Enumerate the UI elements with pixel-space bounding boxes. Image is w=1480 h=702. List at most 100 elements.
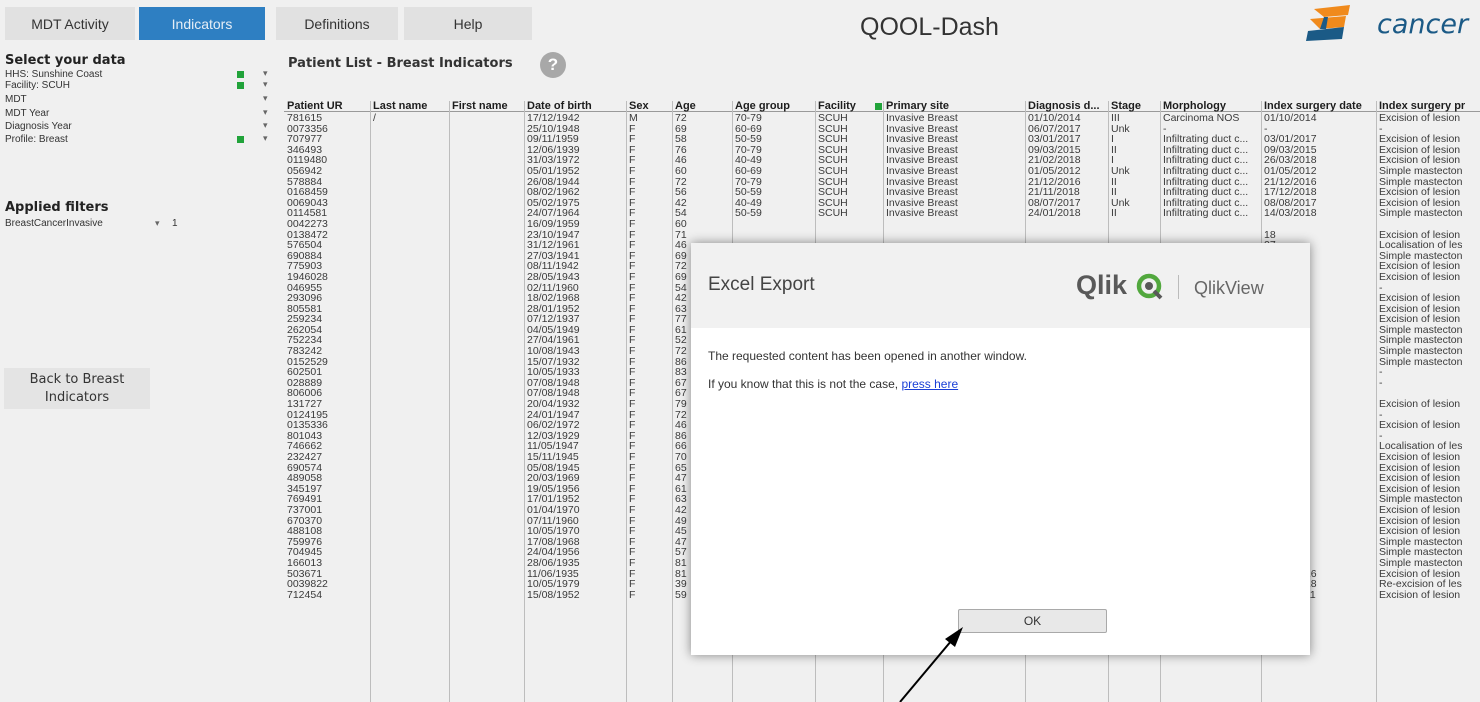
table-cell: 17/12/2018 — [1264, 187, 1317, 198]
table-cell: F — [629, 399, 636, 410]
tab-definitions[interactable]: Definitions — [276, 7, 398, 40]
column-header[interactable]: Primary site — [886, 101, 949, 112]
table-cell: F — [629, 367, 636, 378]
table-cell: F — [629, 420, 636, 431]
selection-mdt[interactable]: MDT ▾ — [5, 93, 275, 105]
column-header[interactable]: Index surgery date — [1264, 101, 1362, 112]
table-cell: SCUH — [818, 123, 848, 135]
chevron-down-icon[interactable]: ▾ — [263, 120, 268, 131]
chevron-down-icon[interactable]: ▾ — [263, 107, 268, 118]
table-row[interactable]: 346493 12/06/1939 F 76 70-79 SCUH Invasive Bre… — [284, 145, 1480, 156]
chevron-down-icon[interactable]: ▾ — [263, 93, 268, 104]
table-row[interactable]: 056942 05/01/1952 F 60 60-69 SCUH Invasive Bre… — [284, 166, 1480, 177]
table-cell: 49 — [675, 515, 687, 527]
selection-facility[interactable]: Facility: SCUH ▾ — [5, 79, 275, 91]
selection-label: HHS: Sunshine Coast — [5, 69, 103, 80]
table-row[interactable]: 578884 26/08/1944 F 72 70-79 SCUH Invasive Bre… — [284, 177, 1480, 188]
column-header[interactable]: Age group — [735, 101, 790, 112]
table-cell: 39 — [675, 579, 687, 590]
tab-help[interactable]: Help — [404, 7, 532, 40]
selection-hhs[interactable]: HHS: Sunshine Coast ▾ — [5, 68, 275, 80]
table-cell: 21/12/2016 — [1264, 176, 1317, 188]
table-row[interactable]: 0119480 31/03/1972 F 46 40-49 SCUH Invasive Br… — [284, 155, 1480, 166]
table-row[interactable]: 0138472 23/10/1947 F 71 18 Excision of lesion — [284, 230, 1480, 241]
help-icon[interactable]: ? — [540, 52, 566, 78]
table-cell: F — [629, 473, 636, 484]
table-cell: 0135336 — [287, 420, 328, 431]
table-cell: 166013 — [287, 557, 323, 569]
table-cell: 71 — [675, 229, 687, 241]
table-cell: 488108 — [287, 526, 323, 537]
table-cell: 576504 — [287, 240, 323, 251]
column-header[interactable]: Diagnosis d... — [1028, 101, 1100, 112]
table-cell: F — [629, 155, 636, 166]
table-row[interactable]: 0114581 24/07/1964 F 54 50-59 SCUH Invasive Br… — [284, 208, 1480, 219]
column-divider — [1376, 101, 1377, 702]
table-row[interactable]: 781615 / 17/12/1942 M 72 70-79 SCUH Invasive Br… — [284, 113, 1480, 124]
cancer-logo: cancer — [1300, 3, 1480, 43]
table-cell: 69 — [675, 123, 687, 135]
table-cell: F — [629, 462, 636, 474]
table-cell: F — [629, 526, 636, 537]
tab-mdt-activity[interactable]: MDT Activity — [5, 7, 135, 40]
table-cell: 56 — [675, 187, 687, 198]
table-cell: 0124195 — [287, 409, 328, 421]
table-cell: F — [629, 441, 636, 452]
table-cell: Excision of lesion — [1379, 568, 1461, 580]
column-header[interactable]: Index surgery pr — [1379, 101, 1465, 112]
applied-filter[interactable]: BreastCancerInvasive ▾ 1 — [5, 218, 275, 229]
table-cell: 46 — [675, 240, 687, 251]
table-cell: F — [629, 356, 636, 368]
table-row[interactable]: 707977 09/11/1959 F 58 50-59 SCUH Invasive Bre… — [284, 134, 1480, 145]
chevron-down-icon[interactable]: ▾ — [263, 133, 268, 144]
table-cell: F — [629, 240, 636, 251]
table-cell: 60 — [675, 218, 687, 230]
selection-diagnosis-year[interactable]: Diagnosis Year ▾ — [5, 120, 275, 132]
table-cell: 24/01/2018 — [1028, 208, 1081, 219]
column-header[interactable]: First name — [452, 101, 508, 112]
tab-indicators[interactable]: Indicators — [139, 7, 265, 40]
table-cell: Excision of lesion — [1379, 303, 1461, 315]
table-cell: Simple mastecton — [1379, 356, 1463, 368]
table-cell: Invasive Breast — [886, 155, 958, 166]
column-header[interactable]: Last name — [373, 101, 427, 112]
column-header[interactable]: Patient UR — [287, 101, 343, 112]
table-row[interactable]: 0042273 16/09/1959 F 60 — [284, 219, 1480, 230]
table-cell: Excision of lesion — [1379, 420, 1461, 431]
table-cell: SCUH — [818, 155, 848, 166]
column-header[interactable]: Morphology — [1163, 101, 1226, 112]
table-row[interactable]: 0069043 05/02/1975 F 42 40-49 SCUH Invasive Br… — [284, 198, 1480, 209]
table-cell: Simple mastecton — [1379, 208, 1463, 219]
table-cell: 08/08/2017 — [1264, 197, 1317, 209]
selection-mdt-year[interactable]: MDT Year ▾ — [5, 107, 275, 119]
table-cell: SCUH — [818, 197, 848, 209]
table-cell: 86 — [675, 356, 687, 368]
ok-button[interactable]: OK — [958, 609, 1107, 633]
table-cell: F — [629, 176, 636, 188]
table-cell: F — [629, 261, 636, 272]
table-cell: 801043 — [287, 430, 323, 442]
table-row[interactable]: 0168459 08/02/1962 F 56 50-59 SCUH Invasive Br… — [284, 187, 1480, 198]
column-header[interactable]: Sex — [629, 101, 649, 112]
table-cell: 01/10/2014 — [1028, 113, 1081, 124]
table-cell: Excision of lesion — [1379, 483, 1461, 495]
press-here-link[interactable]: press here — [901, 377, 958, 391]
selection-profile[interactable]: Profile: Breast ▾ — [5, 133, 275, 145]
table-cell: Excision of lesion — [1379, 462, 1461, 474]
chevron-down-icon[interactable]: ▾ — [263, 68, 268, 79]
column-header[interactable]: Date of birth — [527, 101, 592, 112]
table-row[interactable]: 0073356 25/10/1948 F 69 60-69 SCUH Invasive Br… — [284, 124, 1480, 135]
back-to-breast-indicators-button[interactable]: Back to Breast Indicators — [4, 368, 150, 409]
chevron-down-icon[interactable]: ▾ — [263, 79, 268, 90]
column-header[interactable]: Facility — [818, 101, 856, 112]
chevron-down-icon[interactable]: ▾ — [155, 218, 160, 229]
column-header[interactable]: Stage — [1111, 101, 1141, 112]
table-cell: Simple mastecton — [1379, 324, 1463, 336]
dialog-message-prefix: If you know that this is not the case, — [708, 377, 902, 391]
table-cell: Excision of lesion — [1379, 504, 1461, 516]
table-cell: F — [629, 377, 636, 389]
column-header[interactable]: Age — [675, 101, 696, 112]
table-cell: Excision of lesion — [1379, 271, 1461, 283]
table-cell: Invasive Breast — [886, 197, 958, 209]
table-cell: 42 — [675, 197, 687, 209]
